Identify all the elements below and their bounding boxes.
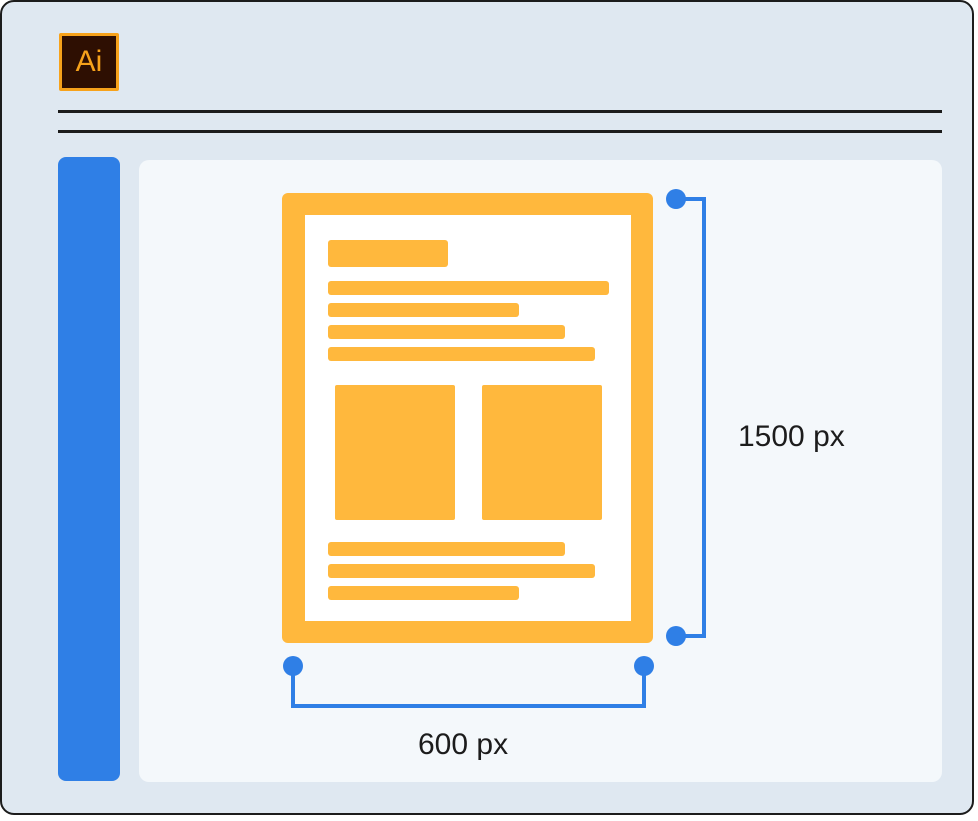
toolbar-divider — [58, 130, 942, 133]
tools-sidebar[interactable] — [58, 157, 120, 781]
adobe-illustrator-icon[interactable]: Ai — [59, 33, 119, 91]
canvas-area[interactable] — [139, 160, 942, 782]
app-window: Ai — [0, 0, 974, 815]
height-label: 1500 px — [738, 420, 845, 453]
width-label: 600 px — [418, 728, 509, 761]
app-logo-text: Ai — [75, 45, 103, 78]
menu-bar-divider — [58, 110, 942, 113]
